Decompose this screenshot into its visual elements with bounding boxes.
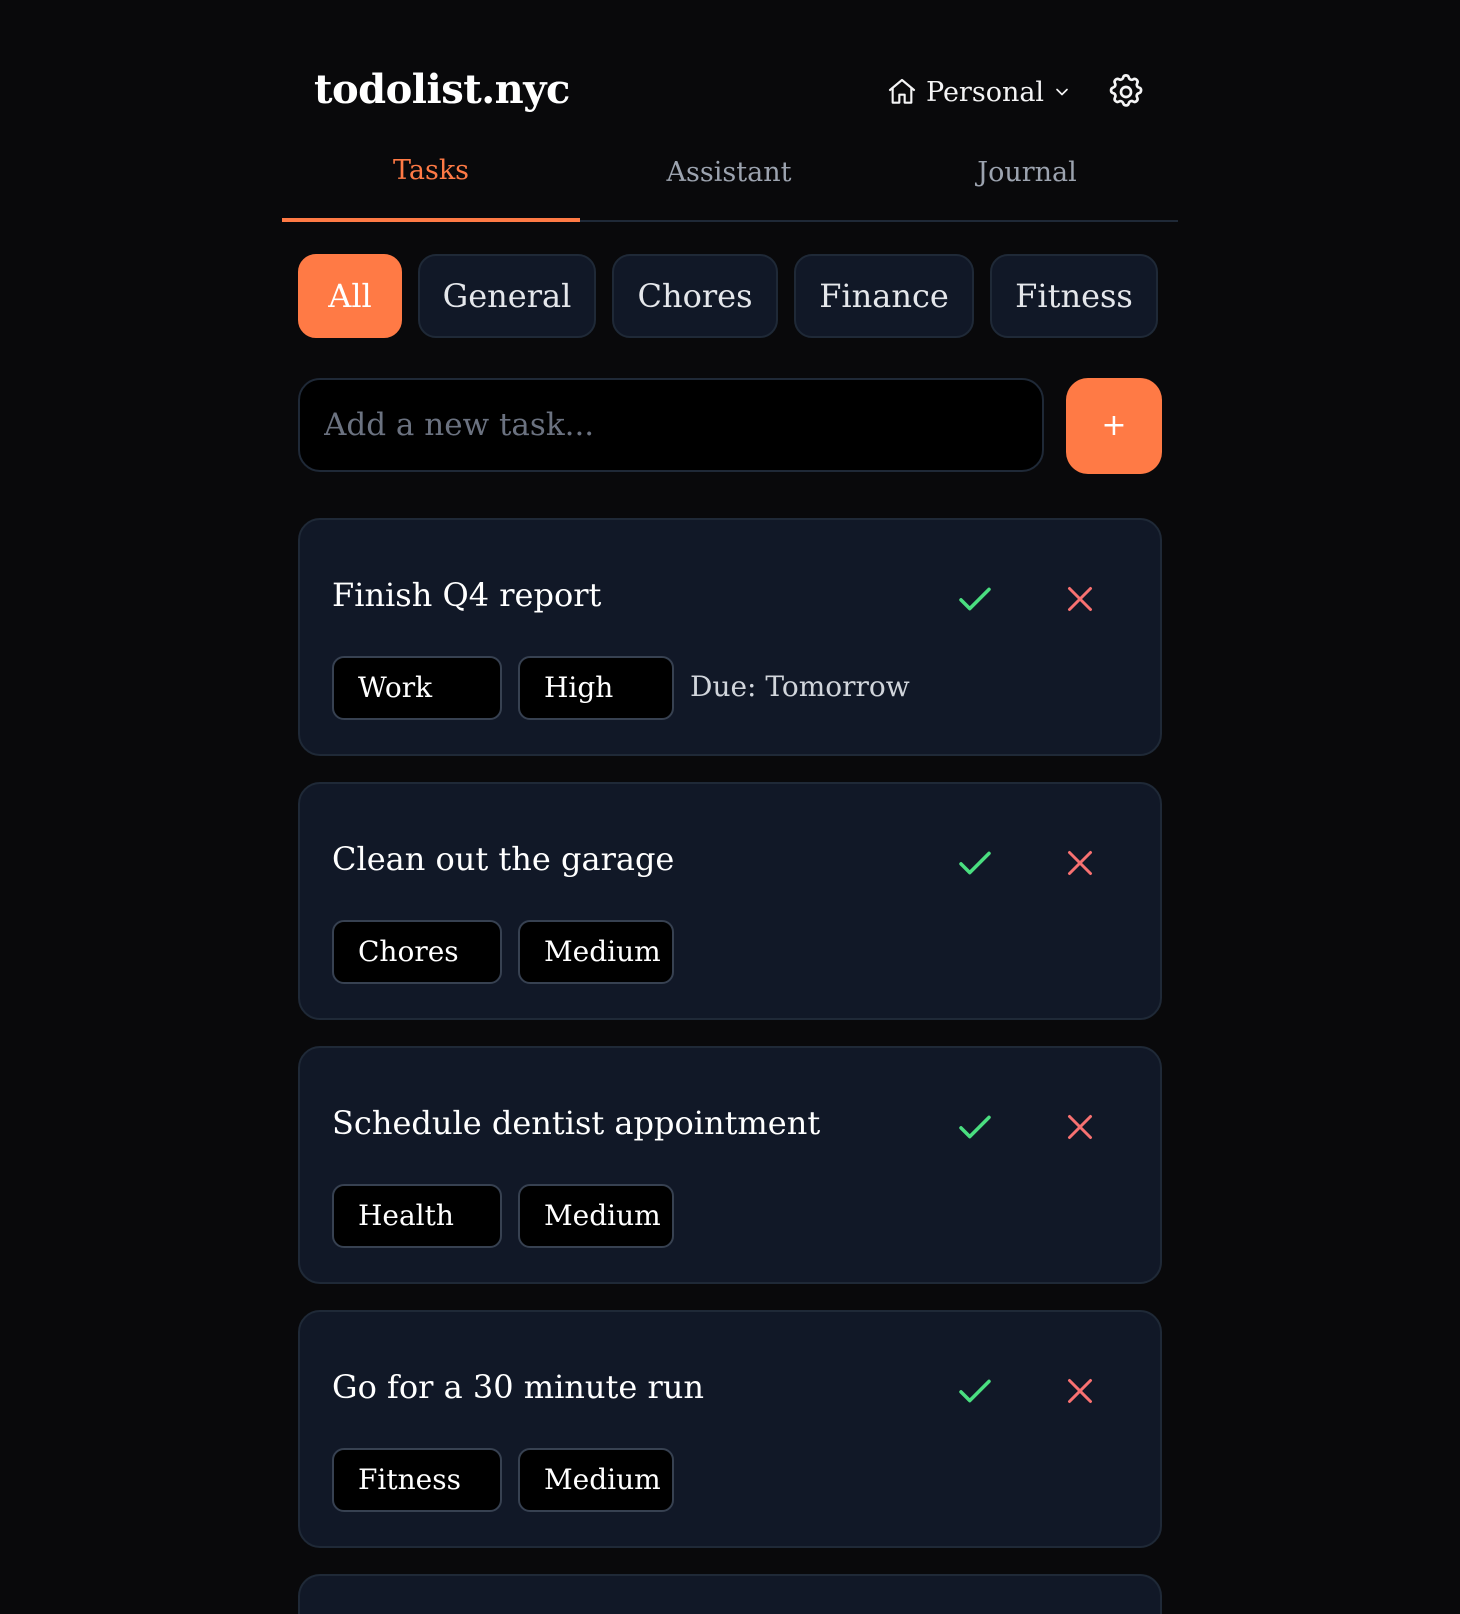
add-task-button[interactable]: + <box>1066 378 1162 474</box>
category-tag: Fitness <box>332 1448 502 1512</box>
filter-finance[interactable]: Finance <box>794 254 974 338</box>
task-card: Go for a 30 minute run Fitness Medium <box>298 1310 1162 1548</box>
check-icon[interactable] <box>954 1106 996 1148</box>
header: todolist.nyc Personal <box>282 62 1178 122</box>
close-icon[interactable] <box>1062 1106 1098 1148</box>
close-icon[interactable] <box>1062 1370 1098 1412</box>
task-title: Go for a 30 minute run <box>332 1368 704 1406</box>
gear-icon[interactable] <box>1106 72 1146 112</box>
due-date: Due: Tomorrow <box>690 670 910 703</box>
task-title: Schedule dentist appointment <box>332 1104 821 1142</box>
filter-general[interactable]: General <box>418 254 596 338</box>
app-logo: todolist.nyc <box>314 66 570 113</box>
task-card: Clean out the garage Chores Medium <box>298 782 1162 1020</box>
tab-tasks[interactable]: Tasks <box>282 140 580 222</box>
filter-all[interactable]: All <box>298 254 402 338</box>
check-icon[interactable] <box>954 842 996 884</box>
task-card: Schedule dentist appointment Health Medi… <box>298 1046 1162 1284</box>
priority-tag: Medium <box>518 1448 674 1512</box>
tab-assistant[interactable]: Assistant <box>580 140 878 220</box>
workspace-label: Personal <box>926 76 1045 108</box>
category-tag: Work <box>332 656 502 720</box>
new-task-input[interactable] <box>298 378 1044 472</box>
task-title: Clean out the garage <box>332 840 675 878</box>
filter-fitness[interactable]: Fitness <box>990 254 1158 338</box>
close-icon[interactable] <box>1062 578 1098 620</box>
check-icon[interactable] <box>954 1370 996 1412</box>
priority-tag: Medium <box>518 920 674 984</box>
category-tag: Health <box>332 1184 502 1248</box>
priority-tag: High <box>518 656 674 720</box>
workspace-selector[interactable]: Personal <box>886 74 1072 110</box>
task-card: Finish Q4 report Work High Due: Tomorrow <box>298 518 1162 756</box>
chevron-down-icon <box>1052 82 1072 102</box>
category-tag: Chores <box>332 920 502 984</box>
task-title: Finish Q4 report <box>332 576 602 614</box>
tab-journal[interactable]: Journal <box>878 140 1176 220</box>
home-icon <box>886 76 918 108</box>
close-icon[interactable] <box>1062 842 1098 884</box>
main-tabs: Tasks Assistant Journal <box>282 140 1178 222</box>
task-card <box>298 1574 1162 1614</box>
priority-tag: Medium <box>518 1184 674 1248</box>
filter-chores[interactable]: Chores <box>612 254 778 338</box>
check-icon[interactable] <box>954 578 996 620</box>
